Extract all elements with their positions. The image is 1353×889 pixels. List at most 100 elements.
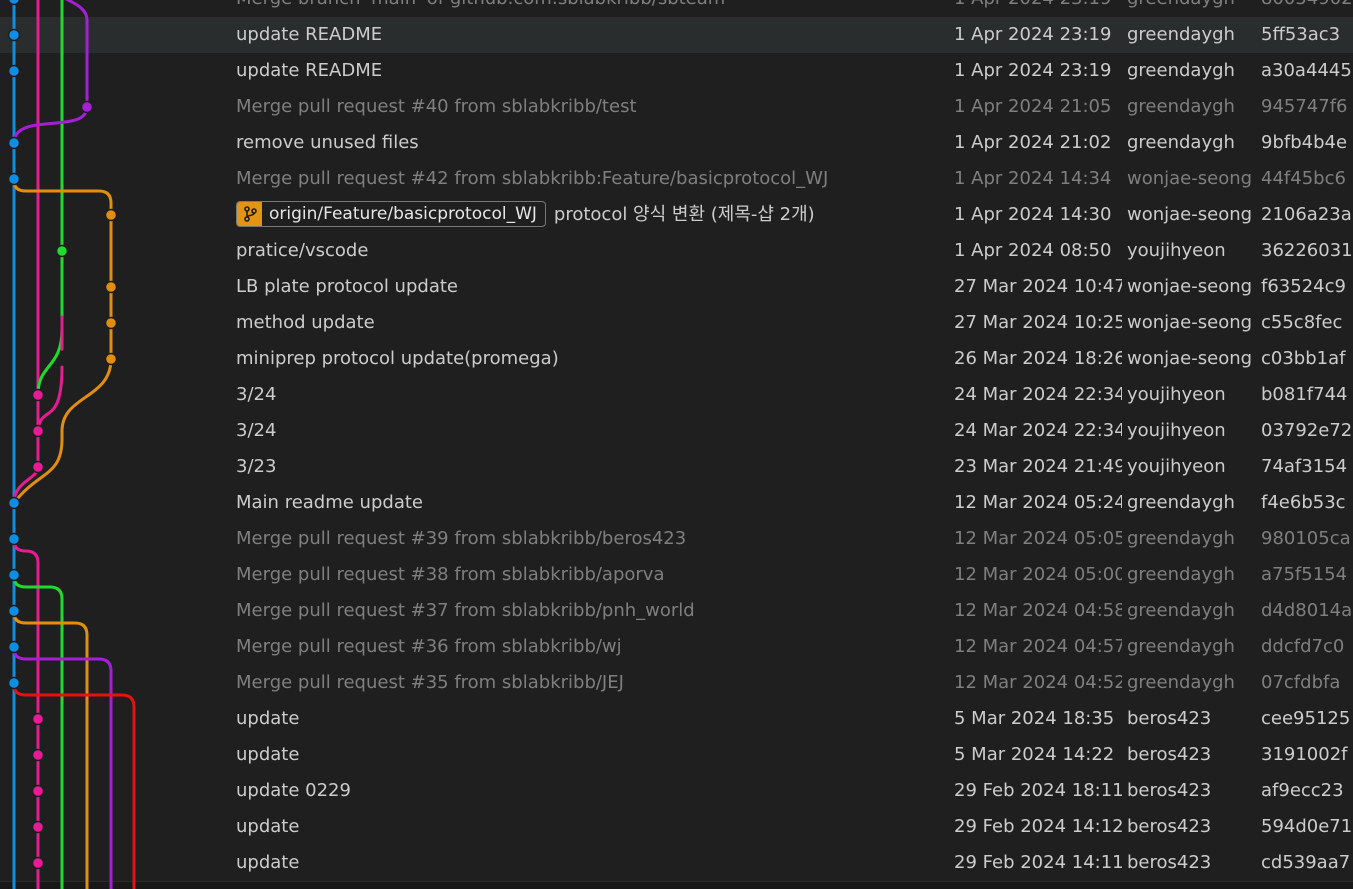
commit-hash: f4e6b53c — [1261, 492, 1346, 513]
commit-hash: 44f45bc6 — [1261, 168, 1346, 189]
commit-hash: cd539aa7 — [1261, 852, 1351, 873]
commit-row[interactable]: update 0229 29 Feb 2024 18:11 beros423 a… — [0, 773, 1353, 809]
commit-hash: 9bfb4b4e — [1261, 132, 1348, 153]
commit-row[interactable]: Merge pull request #38 from sblabkribb/a… — [0, 557, 1353, 593]
commit-hash: d4d8014a — [1261, 600, 1353, 621]
commit-date: 1 Apr 2024 23:19 — [954, 24, 1112, 45]
commit-message: LB plate protocol update — [236, 269, 936, 305]
commit-message: Merge pull request #40 from sblabkribb/t… — [236, 89, 936, 125]
commit-message: Merge pull request #36 from sblabkribb/w… — [236, 629, 936, 665]
commit-message-text: LB plate protocol update — [236, 276, 458, 297]
commit-row[interactable]: Merge pull request #37 from sblabkribb/p… — [0, 593, 1353, 629]
commit-row[interactable]: origin/Feature/basicprotocol_WJ protocol … — [0, 197, 1353, 233]
commit-row[interactable]: LB plate protocol update 27 Mar 2024 10:… — [0, 269, 1353, 305]
commit-row[interactable]: update README 1 Apr 2024 23:19 greendayg… — [0, 53, 1353, 89]
commit-date: 1 Apr 2024 23:19 — [954, 60, 1112, 81]
commit-hash: 07cfdbfa — [1261, 672, 1341, 693]
commit-author: greendaygh — [1127, 0, 1257, 17]
commit-message: Merge pull request #35 from sblabkribb/J… — [236, 665, 936, 701]
commit-message-text: 3/23 — [236, 456, 277, 477]
commit-date: 24 Mar 2024 22:34 — [954, 420, 1122, 441]
commit-author: greendaygh — [1127, 132, 1235, 153]
commit-row[interactable]: Main readme update 12 Mar 2024 05:24 gre… — [0, 485, 1353, 521]
commit-row[interactable]: Merge pull request #42 from sblabkribb:F… — [0, 161, 1353, 197]
commit-author: wonjae-seong — [1127, 276, 1253, 297]
commit-date: 27 Mar 2024 10:25 — [954, 312, 1122, 333]
commit-date: 29 Feb 2024 14:12 — [954, 816, 1122, 837]
branch-ref-badge[interactable]: origin/Feature/basicprotocol_WJ — [236, 201, 546, 227]
git-graph-view: Merge branch 'main' of github.com:sblabk… — [0, 0, 1353, 889]
commit-date: 12 Mar 2024 05:05 — [954, 528, 1122, 549]
branch-icon — [237, 202, 262, 226]
commit-message-text: Merge pull request #35 from sblabkribb/J… — [236, 672, 624, 693]
commit-message-text: Merge pull request #37 from sblabkribb/p… — [236, 600, 695, 621]
commit-date: 24 Mar 2024 22:34 — [954, 384, 1122, 405]
commit-date: 23 Mar 2024 21:49 — [954, 456, 1122, 477]
commit-author: beros423 — [1127, 852, 1212, 873]
commit-message-text: 3/24 — [236, 384, 277, 405]
commit-author: greendaygh — [1127, 564, 1235, 585]
commit-row[interactable]: 3/24 24 Mar 2024 22:34 youjihyeon 03792e… — [0, 413, 1353, 449]
commit-author: greendaygh — [1127, 96, 1235, 117]
commit-author: wonjae-seong — [1127, 168, 1253, 189]
commit-row[interactable]: Merge pull request #40 from sblabkribb/t… — [0, 89, 1353, 125]
commit-hash: 945747f6 — [1261, 96, 1348, 117]
commit-author: youjihyeon — [1127, 456, 1226, 477]
commit-message-text: method update — [236, 312, 375, 333]
commit-message: 3/24 — [236, 413, 936, 449]
commit-row[interactable]: method update 27 Mar 2024 10:25 wonjae-s… — [0, 305, 1353, 341]
commit-date: 12 Mar 2024 04:58 — [954, 600, 1122, 621]
commit-row[interactable]: Merge pull request #35 from sblabkribb/J… — [0, 665, 1353, 701]
commit-hash: 3191002f — [1261, 744, 1348, 765]
commit-message: Merge pull request #37 from sblabkribb/p… — [236, 593, 936, 629]
commit-date: 29 Feb 2024 18:11 — [954, 780, 1122, 801]
commit-message: update — [236, 701, 936, 737]
commit-hash: f63524c9 — [1261, 276, 1346, 297]
commit-row[interactable]: update README 1 Apr 2024 23:19 greendayg… — [0, 17, 1353, 53]
commit-row[interactable]: update 29 Feb 2024 14:11 beros423 cd539a… — [0, 845, 1353, 881]
commit-message: update 0229 — [236, 773, 936, 809]
commit-hash: c55c8fec — [1261, 312, 1343, 333]
commit-row[interactable]: Merge pull request #36 from sblabkribb/w… — [0, 629, 1353, 665]
commit-message-text: update README — [236, 24, 383, 45]
commit-date: 29 Feb 2024 14:11 — [954, 852, 1122, 873]
commit-date: 5 Mar 2024 14:22 — [954, 744, 1115, 765]
commit-message-text: update README — [236, 60, 383, 81]
commit-message-text: Merge pull request #42 from sblabkribb:F… — [236, 168, 829, 189]
commit-hash: b081f744 — [1261, 384, 1348, 405]
commit-author: wonjae-seong — [1127, 312, 1253, 333]
commit-message: Merge pull request #39 from sblabkribb/b… — [236, 521, 936, 557]
commit-message: update — [236, 737, 936, 773]
commit-hash: 5ff53ac3 — [1261, 24, 1341, 45]
commit-author: greendaygh — [1127, 528, 1235, 549]
commit-hash: 980105ca — [1261, 528, 1351, 549]
commit-author: greendaygh — [1127, 492, 1235, 513]
commit-row[interactable]: update 29 Feb 2024 14:12 beros423 594d0e… — [0, 809, 1353, 845]
commit-date: 27 Mar 2024 10:47 — [954, 276, 1122, 297]
commit-row[interactable]: 3/24 24 Mar 2024 22:34 youjihyeon b081f7… — [0, 377, 1353, 413]
commit-author: greendaygh — [1127, 636, 1235, 657]
commit-row[interactable]: remove unused files 1 Apr 2024 21:02 gre… — [0, 125, 1353, 161]
commit-message-text: update — [236, 852, 300, 873]
commit-message-text: Merge pull request #38 from sblabkribb/a… — [236, 564, 665, 585]
commit-message: update — [236, 809, 936, 845]
commit-hash: 74af3154 — [1261, 456, 1348, 477]
commit-message: pratice/vscode — [236, 233, 936, 269]
commit-row[interactable]: update 5 Mar 2024 14:22 beros423 3191002… — [0, 737, 1353, 773]
commit-row[interactable]: 3/23 23 Mar 2024 21:49 youjihyeon 74af31… — [0, 449, 1353, 485]
commit-date: 1 Apr 2024 14:34 — [954, 168, 1112, 189]
commit-row[interactable]: Merge pull request #39 from sblabkribb/b… — [0, 521, 1353, 557]
commit-author: youjihyeon — [1127, 240, 1226, 261]
commit-message-text: update — [236, 744, 300, 765]
commit-hash: c03bb1af — [1261, 348, 1346, 369]
commit-row[interactable]: Merge branch 'main' of github.com:sblabk… — [0, 0, 1353, 17]
commit-date: 1 Apr 2024 21:05 — [954, 96, 1112, 117]
commit-message-text: update — [236, 708, 300, 729]
commit-row[interactable]: miniprep protocol update(promega) 26 Mar… — [0, 341, 1353, 377]
commit-author: youjihyeon — [1127, 384, 1226, 405]
commit-row[interactable]: pratice/vscode 1 Apr 2024 08:50 youjihye… — [0, 233, 1353, 269]
commit-row[interactable]: update 5 Mar 2024 18:35 beros423 cee9512… — [0, 701, 1353, 737]
commit-author: beros423 — [1127, 744, 1212, 765]
horizontal-scrollbar[interactable] — [0, 881, 1353, 889]
commit-hash: 03792e72 — [1261, 420, 1353, 441]
